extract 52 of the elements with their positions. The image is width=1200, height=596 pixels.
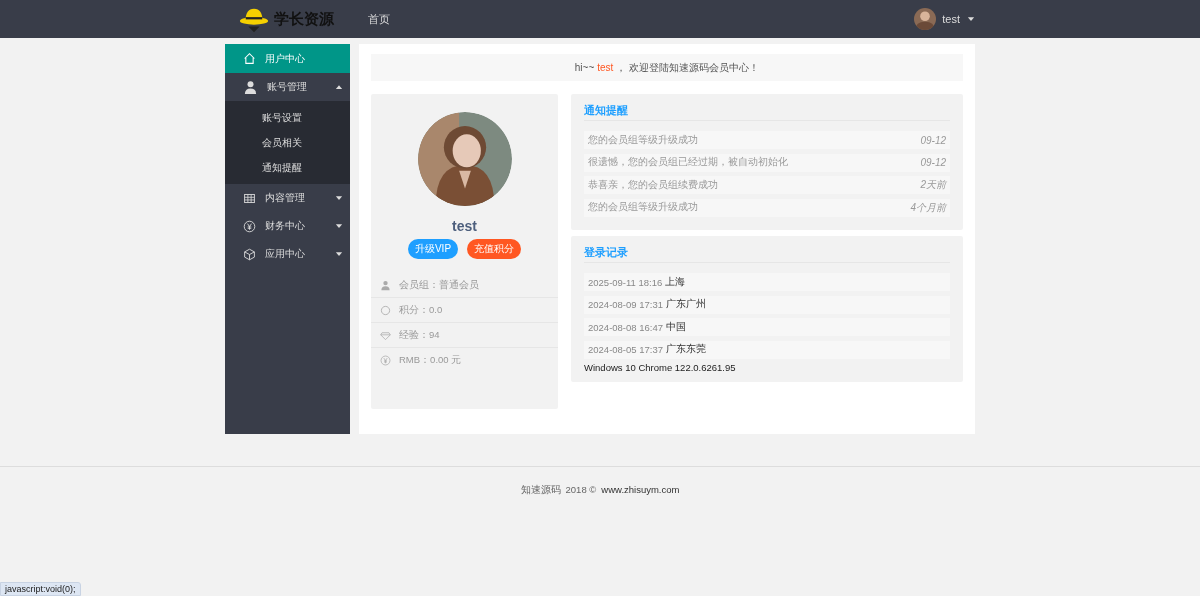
notice-text: 您的会员组等级升级成功 <box>588 201 698 214</box>
card-title: 通知提醒 <box>584 100 950 121</box>
submenu-item[interactable]: 通知提醒 <box>225 155 350 180</box>
login-place: 中国 <box>666 320 686 334</box>
nav-link[interactable]: 首页 <box>368 11 390 27</box>
cube-icon <box>243 247 256 261</box>
info-text: 经验：94 <box>399 328 440 342</box>
notice-text: 恭喜亲，您的会员组续费成功 <box>588 178 718 192</box>
menu-item[interactable]: 用户中心 <box>225 44 350 73</box>
user-icon <box>380 279 391 291</box>
info-text: 积分：0.0 <box>399 303 443 317</box>
yen-icon <box>243 219 256 233</box>
notice-time: 4个月前 <box>910 200 946 215</box>
menu-item[interactable]: 财务中心 <box>225 212 350 240</box>
diamond-icon <box>380 329 391 341</box>
login-place: 广东东莞 <box>666 343 706 356</box>
login-time: 2025-09-11 18:16 <box>588 276 663 288</box>
logo-text: 学长资源 <box>274 9 334 29</box>
submenu-item[interactable]: 账号设置 <box>225 105 350 130</box>
submenu-item[interactable]: 会员相关 <box>225 130 350 155</box>
user-name[interactable]: test <box>942 13 960 25</box>
notice-text: 很遗憾，您的会员组已经过期，被自动初始化 <box>588 156 788 169</box>
profile-name: test <box>452 218 477 234</box>
login-time: 2024-08-05 17:37 <box>588 344 663 355</box>
login-time: 2024-08-08 16:47 <box>588 321 663 333</box>
avatar[interactable] <box>914 8 937 30</box>
menu-item[interactable]: 内容管理 <box>225 184 350 212</box>
username-text: test <box>597 62 614 73</box>
circle-icon <box>380 304 391 316</box>
info-text: 会员组：普通会员 <box>399 278 479 292</box>
user-icon <box>243 79 258 95</box>
notice-time: 2天前 <box>920 178 946 192</box>
footer-brand: 知速源码 <box>520 484 561 497</box>
notice-time: 09-12 <box>920 157 946 168</box>
footer-copyright: 2018 © <box>565 484 597 497</box>
device-text: Windows 10 Chrome 122.0.6261.95 <box>584 362 737 373</box>
greeting-text: hi~~ <box>574 62 595 73</box>
footer-link[interactable]: www.zhisuym.com <box>601 484 680 497</box>
login-place: 上海 <box>665 275 686 289</box>
yen-icon <box>380 354 391 366</box>
home-icon <box>243 52 256 65</box>
menu-item[interactable]: 应用中心 <box>225 240 350 268</box>
menu-item[interactable]: 账号管理 <box>225 73 350 101</box>
grid-icon <box>243 191 256 205</box>
notice-text: 您的会员组等级升级成功 <box>588 133 698 147</box>
login-time: 2024-08-09 17:31 <box>588 299 663 310</box>
notice-time: 09-12 <box>920 134 946 146</box>
welcome-text: ， 欢迎登陆知速源码会员中心！ <box>616 60 760 75</box>
card-title: 登录记录 <box>584 242 950 263</box>
login-place: 广东广州 <box>666 298 706 311</box>
info-text: RMB：0.00 元 <box>399 353 462 367</box>
status-url: javascript:void(0); <box>5 584 76 594</box>
